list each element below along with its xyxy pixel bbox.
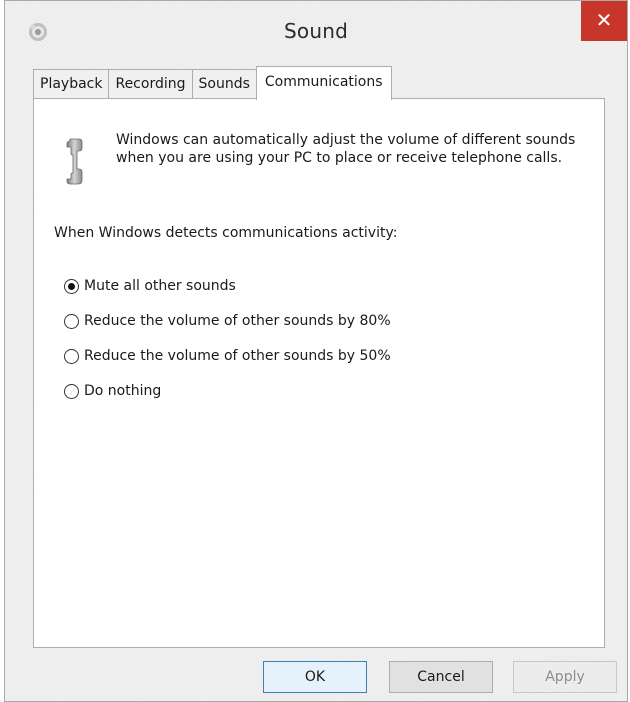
- tab-communications[interactable]: Communications: [255, 66, 392, 100]
- window-title: Sound: [284, 19, 348, 43]
- close-icon: ✕: [595, 8, 613, 32]
- option-do-nothing[interactable]: Do nothing: [64, 380, 391, 402]
- tab-strip: Playback Recording Sounds Communications: [33, 65, 392, 100]
- radio-button[interactable]: [64, 348, 79, 364]
- option-label: Reduce the volume of other sounds by 80%: [84, 313, 391, 329]
- telephone-handset-icon: [66, 138, 83, 185]
- option-reduce-50[interactable]: Reduce the volume of other sounds by 50%: [64, 345, 391, 367]
- ok-button[interactable]: OK: [263, 661, 367, 693]
- option-label: Do nothing: [84, 383, 162, 399]
- option-mute-all[interactable]: Mute all other sounds: [64, 275, 391, 297]
- detect-label: When Windows detects communications acti…: [54, 225, 398, 241]
- radio-button[interactable]: [64, 313, 79, 329]
- intro-text: Windows can automatically adjust the vol…: [116, 132, 576, 166]
- option-label: Mute all other sounds: [84, 278, 236, 294]
- tab-recording[interactable]: Recording: [108, 69, 193, 99]
- option-reduce-80[interactable]: Reduce the volume of other sounds by 80%: [64, 310, 391, 332]
- radio-group: Mute all other sounds Reduce the volume …: [64, 275, 391, 415]
- title-bar[interactable]: Sound ✕: [5, 1, 627, 59]
- tab-sounds[interactable]: Sounds: [191, 69, 257, 99]
- radio-button[interactable]: [64, 278, 79, 294]
- communications-panel: Windows can automatically adjust the vol…: [33, 98, 605, 648]
- option-label: Reduce the volume of other sounds by 50%: [84, 348, 391, 364]
- sound-dialog: Sound ✕ Playback Recording Sounds Commun…: [4, 0, 628, 702]
- radio-button[interactable]: [64, 383, 79, 399]
- tab-playback[interactable]: Playback: [33, 69, 110, 99]
- apply-button[interactable]: Apply: [513, 661, 617, 693]
- cancel-button[interactable]: Cancel: [389, 661, 493, 693]
- close-button[interactable]: ✕: [581, 1, 627, 41]
